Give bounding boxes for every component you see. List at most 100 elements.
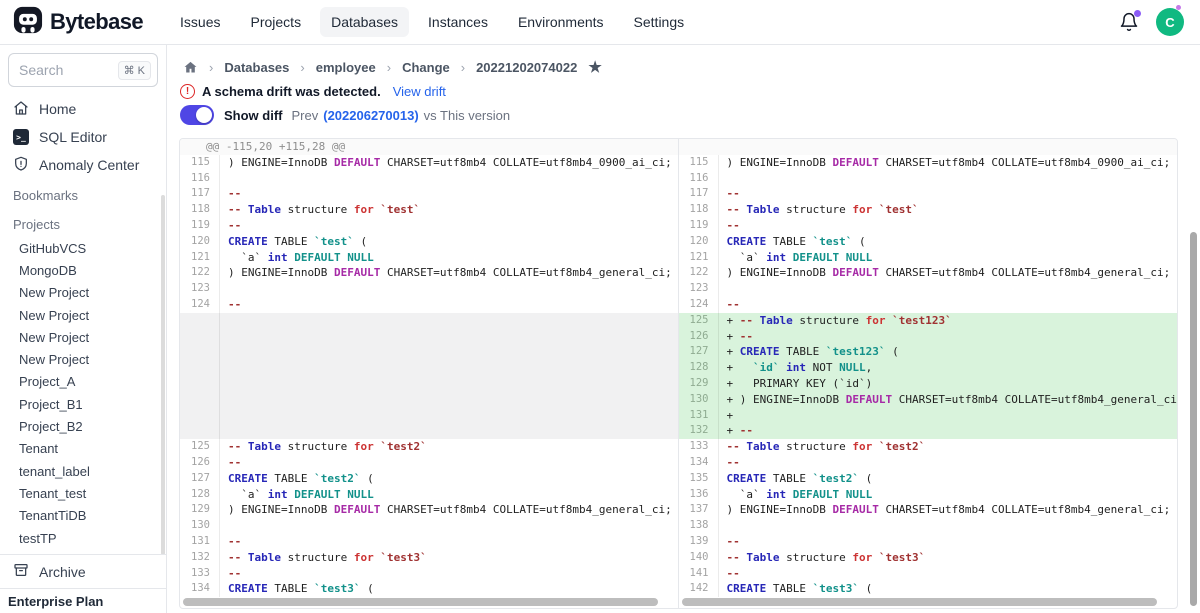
- view-drift-link[interactable]: View drift: [393, 84, 446, 99]
- nav-item-instances[interactable]: Instances: [417, 7, 499, 37]
- sidebar-project-item[interactable]: New Project: [0, 348, 166, 370]
- sidebar-project-item[interactable]: MongoDB: [0, 259, 166, 281]
- diff-row: 118-- Table structure for `test`: [679, 202, 1178, 218]
- sidebar-item-home[interactable]: Home: [0, 95, 166, 123]
- sidebar-item-label: SQL Editor: [39, 129, 107, 145]
- code-line: --: [719, 566, 1178, 582]
- sidebar-project-item[interactable]: Project_B2: [0, 415, 166, 437]
- code-line: ) ENGINE=InnoDB DEFAULT CHARSET=utf8mb4 …: [220, 502, 678, 518]
- sidebar-project-item[interactable]: GitHubVCS: [0, 237, 166, 259]
- diff-row: 120CREATE TABLE `test` (: [180, 234, 678, 250]
- nav-item-settings[interactable]: Settings: [623, 7, 696, 37]
- sidebar-project-item[interactable]: Tenant_test: [0, 482, 166, 504]
- code-line: CREATE TABLE `test3` (: [719, 581, 1178, 597]
- diff-row: 118-- Table structure for `test`: [180, 202, 678, 218]
- breadcrumb: › Databases › employee › Change › 202212…: [183, 60, 602, 75]
- diff-horizontal-scrollbar[interactable]: [682, 598, 1173, 606]
- line-number: 123: [180, 281, 220, 297]
- sidebar-item-anomaly-center[interactable]: Anomaly Center: [0, 151, 166, 179]
- sidebar-project-item[interactable]: Tenant: [0, 438, 166, 460]
- code-line: --: [220, 534, 678, 550]
- nav-item-databases[interactable]: Databases: [320, 7, 409, 37]
- diff-pane-right: 115) ENGINE=InnoDB DEFAULT CHARSET=utf8m…: [679, 139, 1178, 608]
- breadcrumb-item-change[interactable]: Change: [402, 60, 450, 75]
- search-box[interactable]: ⌘ K: [8, 53, 158, 87]
- line-number: 130: [180, 518, 220, 534]
- archive-icon: [13, 562, 29, 581]
- code-line: +: [719, 408, 1178, 424]
- sidebar-project-item[interactable]: Project_B1: [0, 393, 166, 415]
- scrollbar-thumb[interactable]: [183, 598, 658, 606]
- diff-row: [180, 313, 678, 439]
- favorite-star-icon[interactable]: ★: [588, 60, 601, 75]
- line-number: 126: [679, 329, 719, 345]
- nav-item-environments[interactable]: Environments: [507, 7, 615, 37]
- show-diff-label: Show diff: [224, 108, 283, 123]
- code-line: --: [719, 218, 1178, 234]
- breadcrumb-separator: ›: [387, 60, 391, 75]
- code-line: + --: [719, 423, 1178, 439]
- user-avatar[interactable]: C: [1156, 8, 1184, 36]
- line-number: 139: [679, 534, 719, 550]
- line-number: 131: [180, 534, 220, 550]
- prev-version-link[interactable]: (202206270013): [323, 108, 418, 123]
- alert-message: A schema drift was detected.: [202, 84, 381, 99]
- sidebar-project-item[interactable]: Project_A: [0, 371, 166, 393]
- top-bar-right: C: [1119, 8, 1200, 36]
- line-number: 135: [679, 471, 719, 487]
- line-number: 118: [180, 202, 220, 218]
- diff-row: 121 `a` int DEFAULT NULL: [679, 250, 1178, 266]
- diff-row: 131+: [679, 408, 1178, 424]
- breadcrumb-item-databases[interactable]: Databases: [224, 60, 289, 75]
- line-number: 117: [679, 186, 719, 202]
- breadcrumb-item-employee[interactable]: employee: [316, 60, 376, 75]
- code-line: ) ENGINE=InnoDB DEFAULT CHARSET=utf8mb4 …: [719, 265, 1178, 281]
- search-input[interactable]: [19, 62, 105, 78]
- sidebar-project-item[interactable]: New Project: [0, 304, 166, 326]
- sidebar-project-item[interactable]: tenant_label: [0, 460, 166, 482]
- sidebar-bottom: Archive Enterprise Plan: [0, 554, 166, 613]
- diff-row: 116: [180, 171, 678, 187]
- code-line: CREATE TABLE `test` (: [220, 234, 678, 250]
- page-vertical-scrollbar[interactable]: [1190, 232, 1197, 606]
- code-line: [220, 313, 678, 439]
- code-line: [719, 171, 1178, 187]
- diff-row: 130: [180, 518, 678, 534]
- diff-row: 120CREATE TABLE `test` (: [679, 234, 1178, 250]
- code-line: -- Table structure for `test3`: [719, 550, 1178, 566]
- line-number: 142: [679, 581, 719, 597]
- avatar-status-dot: [1176, 5, 1181, 10]
- line-number: 119: [180, 218, 220, 234]
- sidebar-project-item[interactable]: New Project: [0, 326, 166, 348]
- nav-item-projects[interactable]: Projects: [240, 7, 313, 37]
- diff-row: 134CREATE TABLE `test3` (: [180, 581, 678, 597]
- prev-label: Prev: [292, 108, 319, 123]
- diff-horizontal-scrollbar[interactable]: [183, 598, 673, 606]
- breadcrumb-home-icon[interactable]: [183, 60, 198, 75]
- sidebar: ⌘ K Home >_ SQL Editor Anomaly Center Bo…: [0, 45, 167, 613]
- section-label-bookmarks[interactable]: Bookmarks: [0, 179, 166, 208]
- top-bar: Bytebase Issues ProjectsDatabases Instance…: [0, 0, 1200, 45]
- breadcrumb-item-version[interactable]: 20221202074022: [476, 60, 577, 75]
- line-number: 126: [180, 455, 220, 471]
- sidebar-project-item[interactable]: New Project: [0, 282, 166, 304]
- scrollbar-thumb[interactable]: [682, 598, 1158, 606]
- sidebar-scrollbar[interactable]: [161, 195, 165, 555]
- diff-row: 129) ENGINE=InnoDB DEFAULT CHARSET=utf8m…: [180, 502, 678, 518]
- sidebar-item-sql-editor[interactable]: >_ SQL Editor: [0, 123, 166, 151]
- code-line: -- Table structure for `test3`: [220, 550, 678, 566]
- show-diff-toggle[interactable]: [180, 105, 214, 125]
- line-number: 127: [679, 344, 719, 360]
- section-label-projects[interactable]: Projects: [0, 208, 166, 237]
- line-number: 134: [180, 581, 220, 597]
- sidebar-project-item[interactable]: TenantTiDB: [0, 505, 166, 527]
- line-number: [180, 313, 220, 439]
- notifications-button[interactable]: [1119, 12, 1139, 32]
- diff-row: 125-- Table structure for `test2`: [180, 439, 678, 455]
- nav-item-issues[interactable]: Issues: [169, 7, 231, 37]
- diff-row: 136 `a` int DEFAULT NULL: [679, 487, 1178, 503]
- sidebar-project-item[interactable]: testTP: [0, 527, 166, 549]
- sidebar-item-archive[interactable]: Archive: [0, 554, 166, 588]
- code-line: --: [220, 297, 678, 313]
- brand[interactable]: Bytebase: [0, 5, 143, 40]
